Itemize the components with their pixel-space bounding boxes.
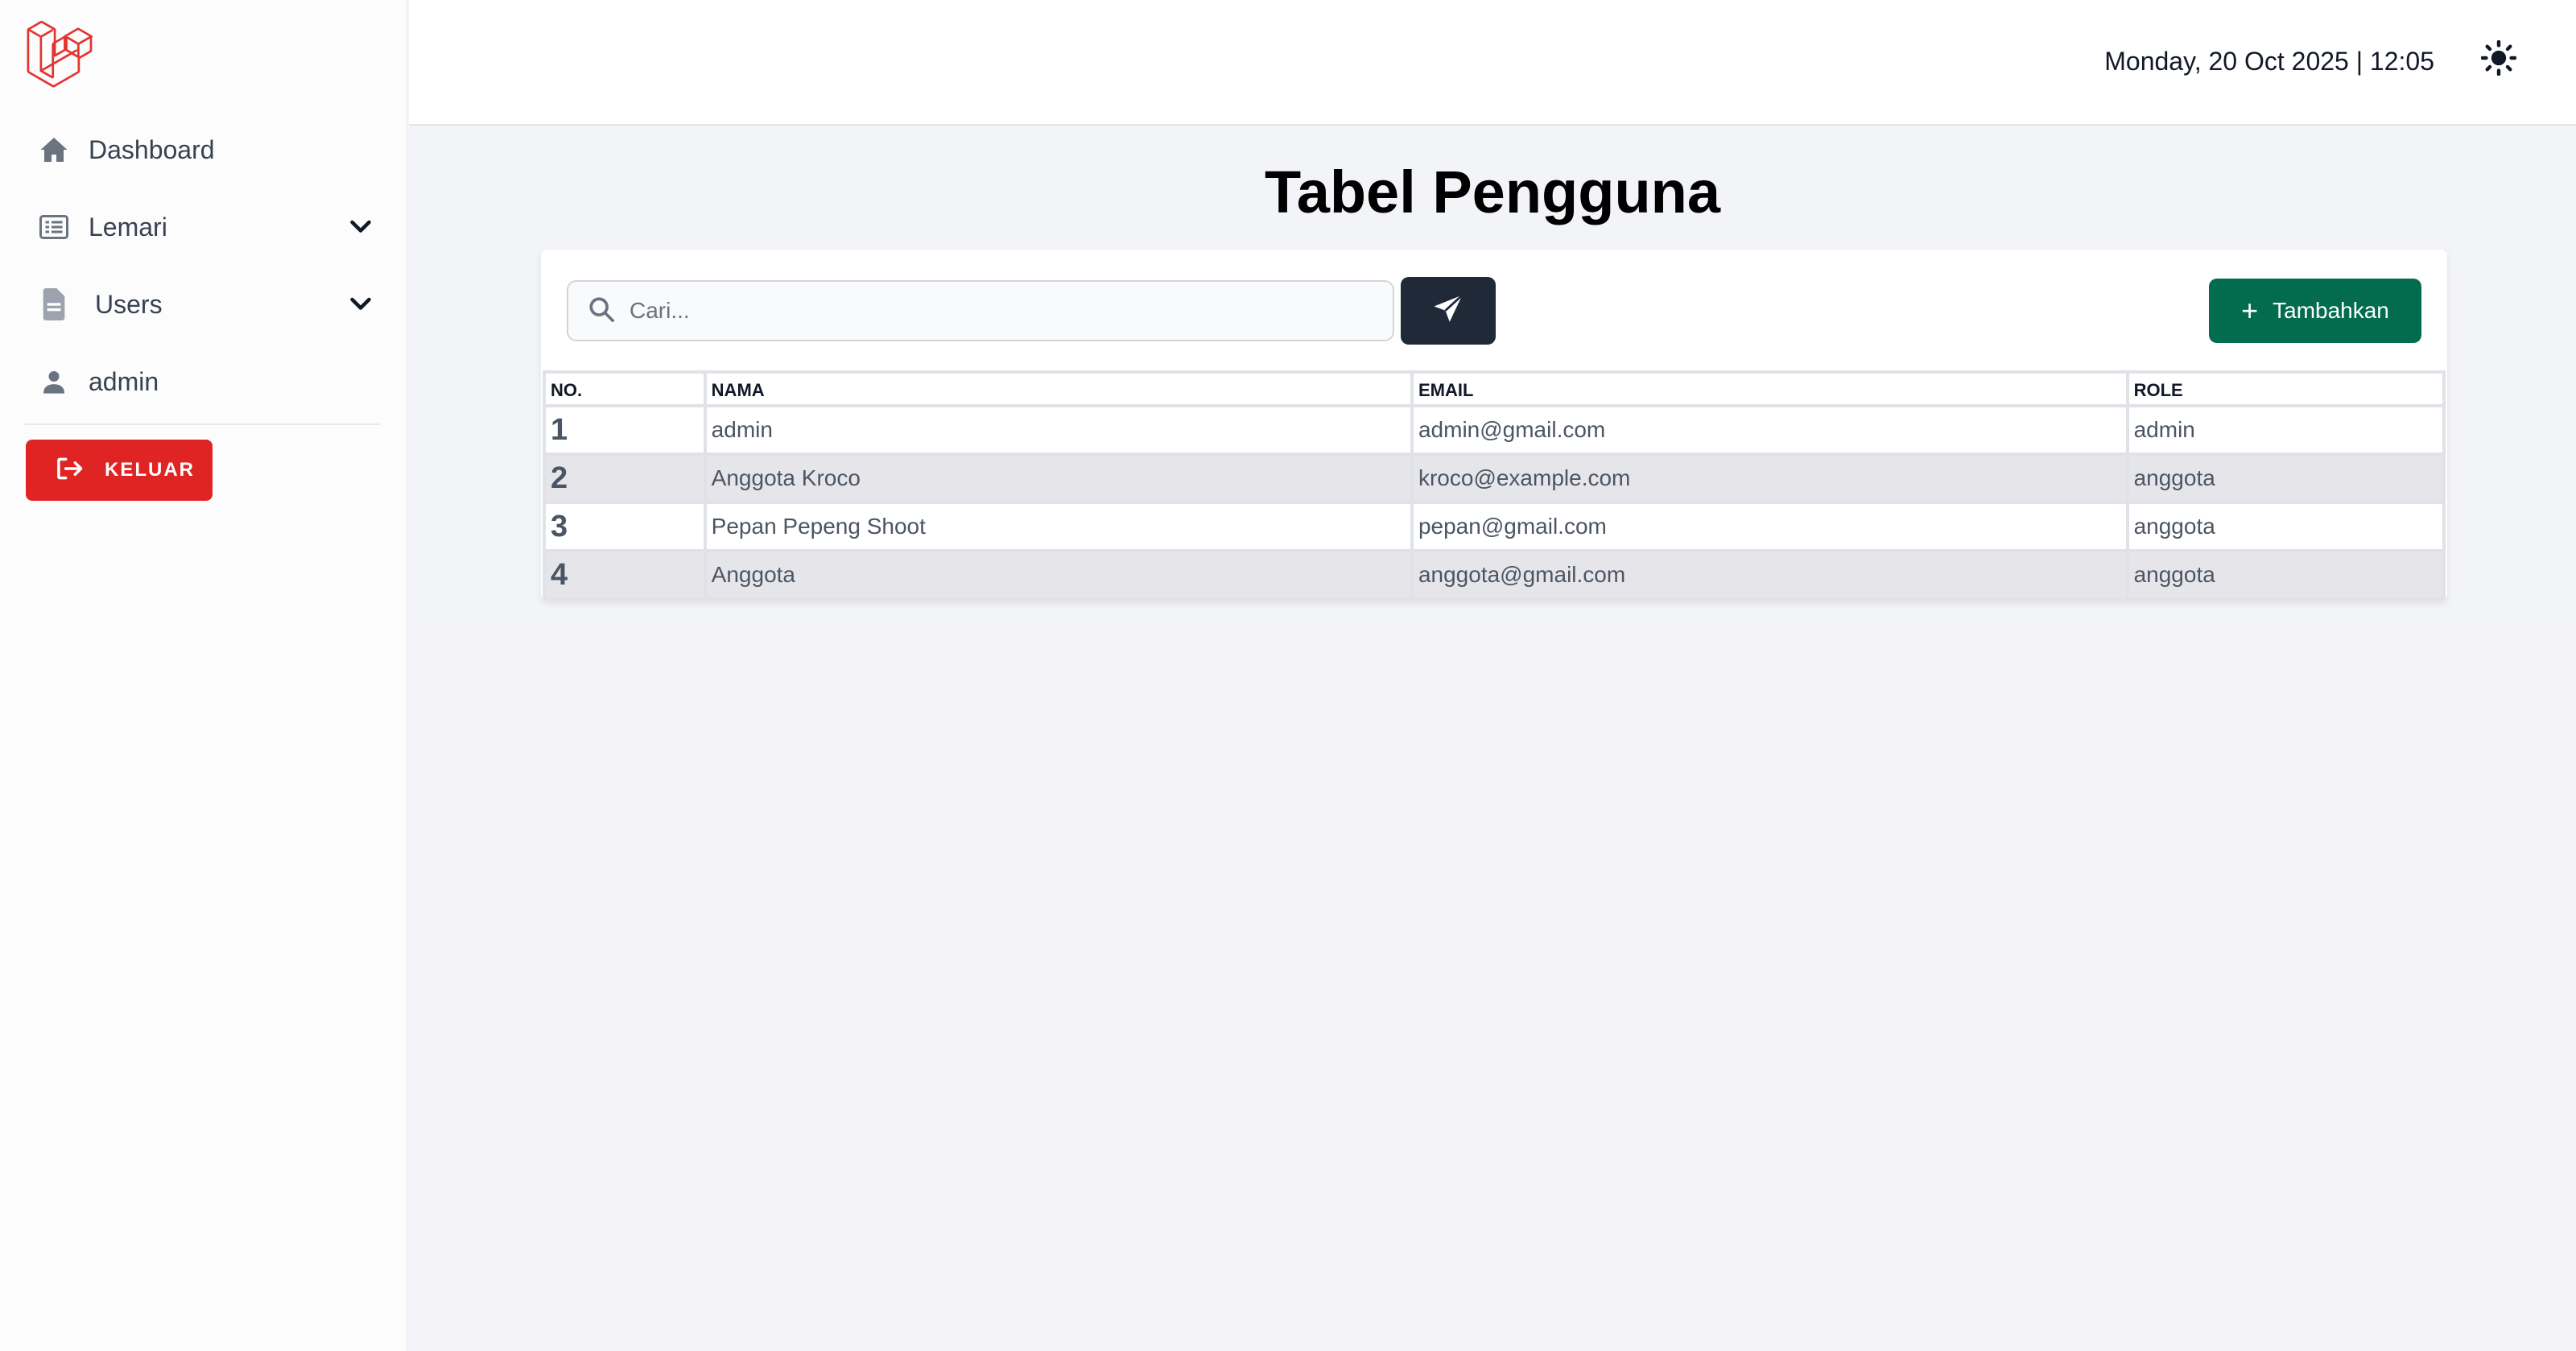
table-row[interactable]: 3 Pepan Pepeng Shoot pepan@gmail.com ang… — [543, 501, 2446, 552]
logout-icon — [55, 456, 84, 485]
cell-no: 2 — [543, 452, 707, 504]
document-icon — [37, 287, 71, 321]
cell-email: anggota@gmail.com — [1410, 549, 2129, 601]
logout-label: KELUAR — [105, 459, 195, 481]
home-icon — [37, 133, 71, 167]
chevron-down-icon[interactable] — [346, 290, 375, 319]
cell-no: 4 — [543, 549, 707, 601]
table-row[interactable]: 4 Anggota anggota@gmail.com anggota — [543, 549, 2446, 601]
sidebar-divider — [24, 423, 380, 425]
users-table: NO. NAMA EMAIL ROLE 1 admin admin@gmail.… — [543, 370, 2446, 601]
add-user-button[interactable]: + Tambahkan — [2209, 279, 2421, 343]
chevron-down-icon[interactable] — [346, 213, 375, 242]
search-icon — [588, 295, 615, 327]
table-row[interactable]: 2 Anggota Kroco kroco@example.com anggot… — [543, 452, 2446, 504]
list-icon — [37, 210, 71, 244]
theme-toggle-button[interactable] — [2475, 35, 2523, 84]
column-header-email[interactable]: EMAIL — [1410, 370, 2129, 407]
cell-nama: Pepan Pepeng Shoot — [703, 501, 1414, 552]
cell-role: anggota — [2125, 452, 2446, 504]
send-icon — [1431, 292, 1465, 330]
table-row[interactable]: 1 admin admin@gmail.com admin — [543, 404, 2446, 456]
add-button-label: Tambahkan — [2273, 298, 2389, 323]
sidebar-item-label: admin — [89, 366, 159, 396]
sidebar-item-admin[interactable]: admin — [37, 357, 375, 406]
sidebar-item-label: Users — [95, 289, 163, 319]
column-header-nama[interactable]: NAMA — [703, 370, 1414, 407]
sidebar-item-label: Lemari — [89, 212, 167, 242]
sidebar-item-lemari[interactable]: Lemari — [37, 203, 375, 251]
cell-email: kroco@example.com — [1410, 452, 2129, 504]
cell-nama: Anggota Kroco — [703, 452, 1414, 504]
cell-role: admin — [2125, 404, 2446, 456]
search-submit-button[interactable] — [1401, 277, 1496, 345]
cell-role: anggota — [2125, 501, 2446, 552]
sun-icon — [2480, 39, 2517, 80]
sidebar: Dashboard Lemari Users admin KELUAR — [0, 0, 407, 1351]
column-header-no[interactable]: NO. — [543, 370, 707, 407]
table-header-row: NO. NAMA EMAIL ROLE — [543, 370, 2446, 407]
top-bar: Monday, 20 Oct 2025 | 12:05 — [409, 0, 2576, 126]
search-box — [567, 280, 1394, 341]
users-table-card: + Tambahkan NO. NAMA EMAIL ROLE 1 admin … — [541, 250, 2447, 601]
sidebar-item-users[interactable]: Users — [37, 280, 375, 328]
logout-button[interactable]: KELUAR — [26, 440, 213, 501]
column-header-role[interactable]: ROLE — [2125, 370, 2446, 407]
plus-icon: + — [2241, 294, 2259, 327]
cell-role: anggota — [2125, 549, 2446, 601]
cell-nama: Anggota — [703, 549, 1414, 601]
cell-email: admin@gmail.com — [1410, 404, 2129, 456]
cell-email: pepan@gmail.com — [1410, 501, 2129, 552]
cell-no: 3 — [543, 501, 707, 552]
search-input[interactable] — [630, 298, 1393, 324]
sidebar-item-label: Dashboard — [89, 134, 215, 164]
page-title: Tabel Pengguna — [1264, 159, 1721, 225]
user-icon — [37, 365, 71, 399]
sidebar-item-dashboard[interactable]: Dashboard — [37, 126, 375, 174]
datetime-display: Monday, 20 Oct 2025 | 12:05 — [2104, 47, 2434, 76]
cell-no: 1 — [543, 404, 707, 456]
laravel-logo-icon[interactable] — [21, 20, 95, 92]
cell-nama: admin — [703, 404, 1414, 456]
